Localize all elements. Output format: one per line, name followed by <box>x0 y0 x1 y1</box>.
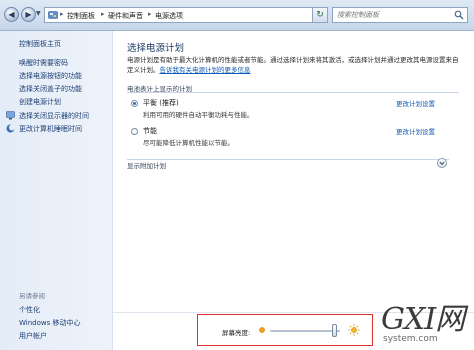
breadcrumb-separator-icon: ▸ <box>101 10 105 18</box>
monitor-icon <box>6 111 15 120</box>
see-also-user-accounts[interactable]: 用户帐户 <box>19 331 47 341</box>
power-plans-info-link[interactable]: 告诉我有关电源计划的更多信息 <box>160 66 251 74</box>
sidebar-item-power-button[interactable]: 选择电源按钮的功能 <box>19 71 82 81</box>
brightness-low-icon <box>259 327 265 333</box>
breadcrumb-control-panel[interactable]: 控制面板 <box>67 11 95 21</box>
forward-button[interactable]: ▶ <box>21 7 36 22</box>
control-panel-icon <box>48 11 58 19</box>
extra-plans-divider <box>127 159 449 160</box>
refresh-icon: ↻ <box>316 10 324 20</box>
refresh-button[interactable]: ↻ <box>312 7 328 23</box>
arrow-left-icon: ◀ <box>8 10 15 19</box>
moon-icon <box>6 124 15 133</box>
expand-extra-plans-button[interactable] <box>437 158 447 168</box>
breadcrumb-separator-icon: ▸ <box>148 10 152 18</box>
see-also-personalization[interactable]: 个性化 <box>19 305 40 315</box>
brightness-slider-thumb[interactable] <box>331 324 337 337</box>
plan-power-saver-description: 尽可能降低计算机性能以节能。 <box>143 139 234 147</box>
section-divider <box>127 92 459 93</box>
search-box <box>332 7 468 23</box>
breadcrumb-hardware-sound[interactable]: 硬件和声音 <box>108 11 143 21</box>
breadcrumb-separator-icon: ▸ <box>60 10 64 18</box>
plan-power-saver-name[interactable]: 节能 <box>143 126 157 136</box>
back-button[interactable]: ◀ <box>4 7 19 22</box>
sidebar-item-display-off-time[interactable]: 选择关闭显示器的时间 <box>19 111 89 121</box>
watermark-logo-text: GXI网 <box>381 302 465 337</box>
see-also-mobility-center[interactable]: Windows 移动中心 <box>19 318 80 328</box>
plan-power-saver-change-settings-link[interactable]: 更改计划设置 <box>396 126 435 136</box>
page-title: 选择电源计划 <box>127 43 185 54</box>
brightness-slider[interactable] <box>270 330 340 332</box>
plan-balanced-change-settings-link[interactable]: 更改计划设置 <box>396 98 435 108</box>
plan-balanced-description: 利用可用的硬件自动平衡功耗与性能。 <box>143 111 254 119</box>
chevron-down-icon <box>439 161 445 166</box>
plan-balanced-radio[interactable] <box>131 100 138 107</box>
sidebar: 控制面板主页 唤醒时需要密码 选择电源按钮的功能 选择关闭盖子的功能 创建电源计… <box>0 31 113 350</box>
history-dropdown-icon[interactable]: ▼ <box>36 10 41 17</box>
sidebar-item-wake-password[interactable]: 唤醒时需要密码 <box>19 58 68 68</box>
watermark-domain-text: system.com <box>383 334 438 344</box>
search-icon[interactable] <box>454 10 464 20</box>
sidebar-home-link[interactable]: 控制面板主页 <box>19 39 61 49</box>
breadcrumb-power-options[interactable]: 电源选项 <box>155 11 183 21</box>
plan-power-saver-radio[interactable] <box>131 128 138 135</box>
address-bar[interactable]: ▸ 控制面板 ▸ 硬件和声音 ▸ 电源选项 ▼ <box>44 7 324 23</box>
arrow-right-icon: ▶ <box>25 10 32 19</box>
sidebar-item-create-plan[interactable]: 创建电源计划 <box>19 97 61 107</box>
plan-balanced-name[interactable]: 平衡 (推荐) <box>143 98 179 108</box>
brightness-label: 屏幕亮度: <box>222 329 251 337</box>
brightness-control: 屏幕亮度: <box>197 314 373 346</box>
sidebar-item-lid-close[interactable]: 选择关闭盖子的功能 <box>19 84 82 94</box>
see-also-heading: 另请参阅 <box>19 292 45 300</box>
sidebar-item-sleep-time[interactable]: 更改计算机睡眠时间 <box>19 124 82 134</box>
search-input[interactable] <box>337 9 447 21</box>
site-watermark-logo: GXI网 system.com <box>381 304 473 348</box>
page-description: 电源计划是有助于最大化计算机的性能或者节能。通过选择计划来将其激活，或选择计划并… <box>127 55 459 75</box>
show-extra-plans-label[interactable]: 显示附加计划 <box>127 160 166 170</box>
brightness-high-icon <box>348 324 360 336</box>
address-toolbar: ◀ ▶ ▼ ▸ 控制面板 ▸ 硬件和声音 ▸ 电源选项 ▼ ↻ <box>0 0 474 31</box>
